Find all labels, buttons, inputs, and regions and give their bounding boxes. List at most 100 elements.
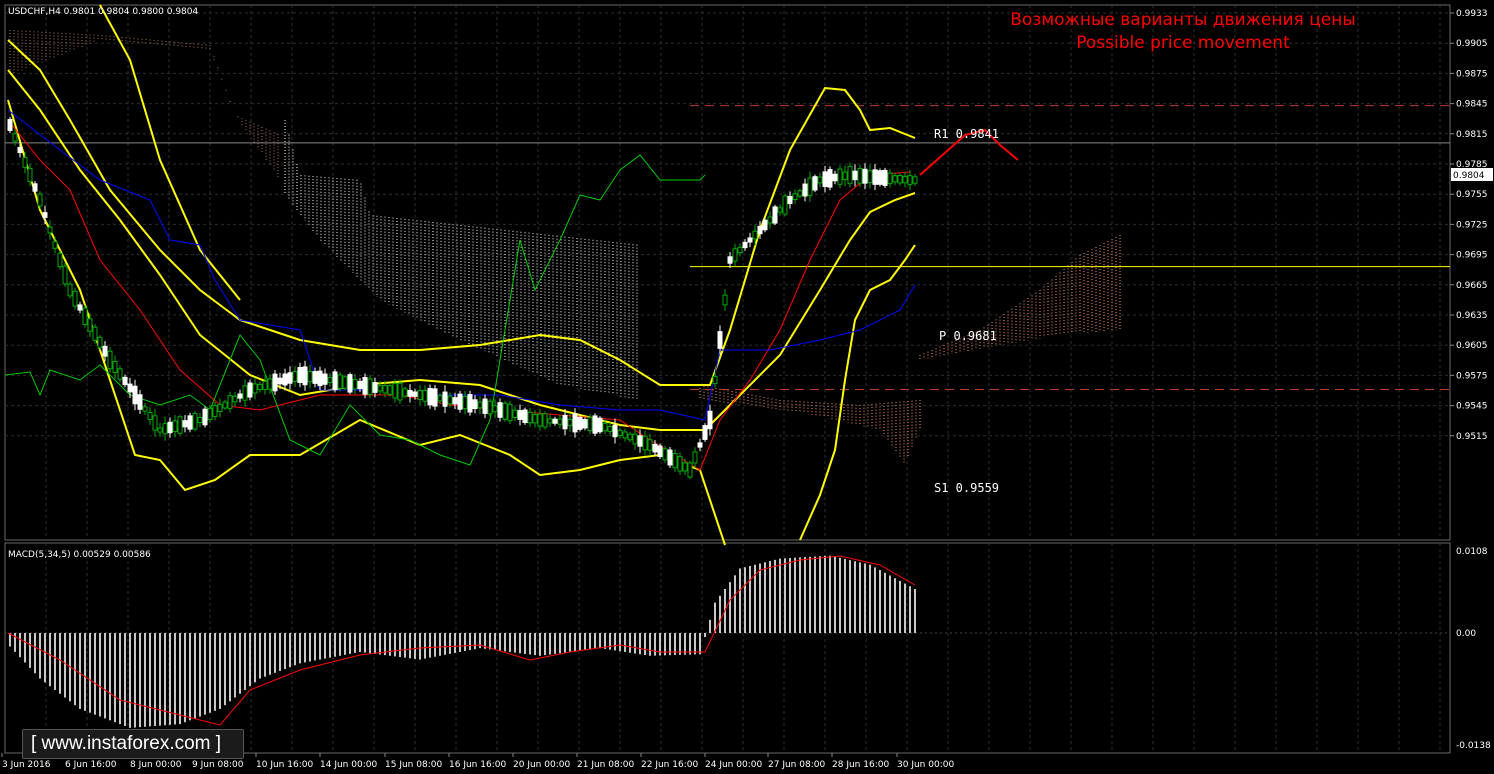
candle-body <box>332 371 338 391</box>
forecast-title-ru: Возможные варианты движения цены <box>1010 10 1356 30</box>
candle-body <box>902 175 908 184</box>
chart-window: 0.9933 0.9905 0.9875 0.9845 0.9815 0.9785 0.97… <box>0 0 1494 774</box>
candle-body <box>652 443 658 453</box>
price-axis-label: 0.9635 <box>1456 311 1488 321</box>
price-axis-label: 0.9665 <box>1456 281 1488 291</box>
candle-body <box>352 378 358 390</box>
instaforex-logo[interactable]: [ www.instaforex.com ] <box>22 729 244 759</box>
candle-body <box>692 451 698 464</box>
macd-axis-label: 0.00 <box>1456 629 1476 639</box>
candle-body <box>817 176 823 184</box>
chart-text: USDCHF,H4 0.9801 0.9804 0.9800 0.9804 Во… <box>8 7 1493 560</box>
time-axis-label: 27 Jun 08:00 <box>768 760 825 770</box>
candle-body <box>392 383 398 399</box>
candle-body <box>422 389 428 402</box>
candle-body <box>307 371 313 383</box>
candle-body <box>132 385 138 405</box>
time-axis-label: 28 Jun 16:00 <box>832 760 889 770</box>
candle-body <box>477 401 483 409</box>
price-candles <box>7 116 918 480</box>
candle-body <box>262 380 268 391</box>
candle-body <box>857 168 863 184</box>
candle-body <box>687 462 693 478</box>
candle-body <box>222 401 228 409</box>
candle-body <box>407 389 413 397</box>
candle-body <box>712 375 718 385</box>
candle-body <box>102 345 108 357</box>
tenkan-line <box>7 119 911 471</box>
watermark-text: [ www.instaforex.com ] <box>31 733 222 754</box>
candle-body <box>872 169 878 185</box>
candle-body <box>637 435 643 447</box>
candle-body <box>427 387 433 406</box>
candle-body <box>707 410 713 430</box>
candle-body <box>217 403 223 413</box>
pivot-levels <box>5 105 1450 390</box>
time-axis-label: 8 Jun 00:00 <box>130 760 182 770</box>
candle-body <box>62 265 68 285</box>
candle-body <box>547 418 553 424</box>
time-axis-label: 16 Jun 16:00 <box>449 760 506 770</box>
candle-body <box>327 377 333 383</box>
candle-body <box>842 171 848 181</box>
candle-body <box>572 413 578 433</box>
current-price-label: 0.9804 <box>1453 171 1485 181</box>
candle-body <box>367 378 373 395</box>
candle-body <box>12 133 18 142</box>
candle-body <box>52 241 58 249</box>
candle-body <box>592 415 598 434</box>
symbol-header: USDCHF,H4 0.9801 0.9804 0.9800 0.9804 <box>8 7 198 17</box>
candle-body <box>517 410 523 420</box>
candle-body <box>542 413 548 428</box>
candle-body <box>402 388 408 397</box>
candle-body <box>662 448 668 461</box>
r1-label: R1 0.9841 <box>934 127 999 141</box>
candle-body <box>182 420 188 428</box>
bollinger-lower <box>7 99 726 546</box>
candle-body <box>277 377 283 385</box>
bollinger-lower-right <box>799 244 916 541</box>
time-axis-label: 15 Jun 08:00 <box>385 760 442 770</box>
candle-body <box>587 417 593 432</box>
candle-body <box>597 417 603 433</box>
candle-body <box>17 146 23 154</box>
candle-body <box>442 391 448 407</box>
macd-histogram <box>7 555 916 728</box>
candle-body <box>7 119 13 131</box>
candle-body <box>772 206 778 224</box>
candle-body <box>197 416 203 424</box>
candle-body <box>297 366 303 384</box>
candle-body <box>642 435 648 451</box>
candle-body <box>377 385 383 392</box>
time-axis-label: 14 Jun 00:00 <box>320 760 377 770</box>
candle-body <box>557 418 563 425</box>
candle-body <box>502 402 508 420</box>
candle-body <box>757 225 763 235</box>
candle-body <box>777 207 783 213</box>
candle-body <box>452 397 458 405</box>
candle-body <box>272 373 278 392</box>
candle-body <box>792 193 798 201</box>
candle-body <box>567 418 573 427</box>
candle-body <box>317 370 323 387</box>
candle-body <box>877 170 883 185</box>
candle-body <box>632 433 638 445</box>
candle-body <box>607 426 613 432</box>
candle-body <box>602 422 608 432</box>
chart-canvas[interactable]: 0.99330.99050.98750.98450.98150.97850.97… <box>0 0 1494 774</box>
candle-body <box>487 400 493 415</box>
candle-body <box>717 331 723 349</box>
candle-body <box>582 419 588 429</box>
candle-body <box>267 378 273 390</box>
candle-body <box>897 174 903 184</box>
candle-body <box>702 425 708 440</box>
candle-body <box>612 424 618 438</box>
price-axis-label: 0.9905 <box>1456 39 1488 49</box>
candle-body <box>22 157 28 168</box>
price-axis-label: 0.9575 <box>1456 371 1488 381</box>
ichimoku-cloud <box>9 30 1121 464</box>
candle-body <box>237 393 243 399</box>
time-axis-label: 20 Jun 00:00 <box>513 760 570 770</box>
candle-body <box>357 380 363 390</box>
candle-body <box>207 408 213 420</box>
